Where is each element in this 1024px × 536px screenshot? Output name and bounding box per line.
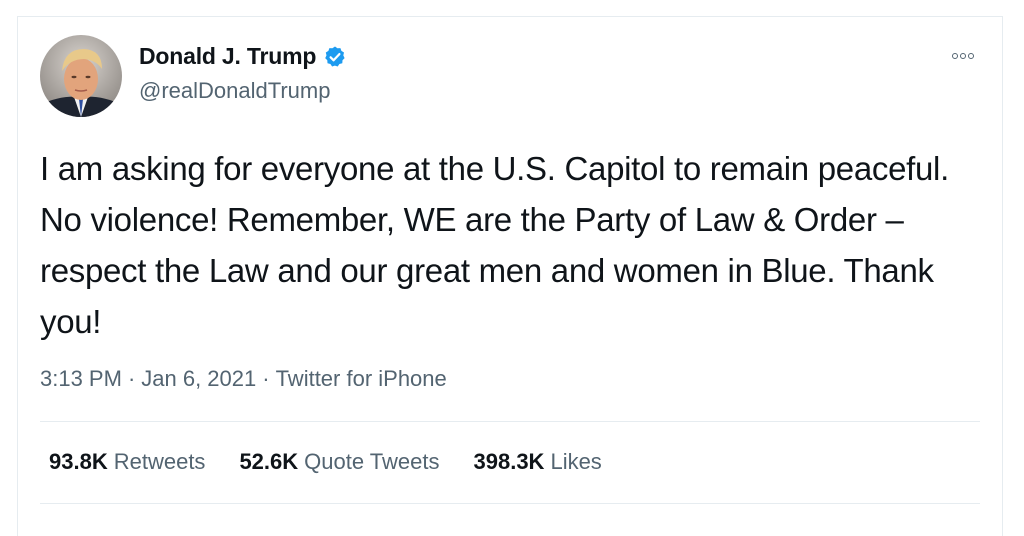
avatar-image <box>40 35 122 117</box>
more-dot <box>952 53 958 59</box>
author-display-name[interactable]: Donald J. Trump <box>139 43 316 70</box>
tweet-source[interactable]: Twitter for iPhone <box>276 366 447 391</box>
meta-separator: · <box>127 366 136 391</box>
retweets-count: 93.8K <box>49 449 108 474</box>
verified-badge-icon <box>323 45 347 69</box>
retweets-stat[interactable]: 93.8K Retweets <box>49 449 205 475</box>
author-name-row: Donald J. Trump <box>139 43 347 70</box>
more-dot <box>960 53 966 59</box>
quote-tweets-count: 52.6K <box>239 449 299 474</box>
divider <box>40 503 980 504</box>
tweet-time[interactable]: 3:13 PM <box>40 366 122 391</box>
tweet-date[interactable]: Jan 6, 2021 <box>141 366 256 391</box>
meta-separator: · <box>262 366 270 391</box>
tweet-meta: 3:13 PM · Jan 6, 2021 · Twitter for iPhone <box>40 366 447 392</box>
tweet-stats: 93.8K Retweets 52.6K Quote Tweets 398.3K Li… <box>49 449 636 475</box>
likes-label: Likes <box>550 449 602 474</box>
tweet-card: Donald J. Trump @realDonaldTrump I am as… <box>17 16 1003 536</box>
quote-tweets-label: Quote Tweets <box>304 449 440 474</box>
likes-stat[interactable]: 398.3K Likes <box>474 449 602 475</box>
tweet-text: I am asking for everyone at the U.S. Cap… <box>40 150 949 340</box>
likes-count: 398.3K <box>473 449 545 474</box>
more-dot <box>968 53 974 59</box>
divider <box>40 421 980 422</box>
author-handle[interactable]: @realDonaldTrump <box>139 78 330 104</box>
retweets-label: Retweets <box>113 449 206 474</box>
quote-tweets-stat[interactable]: 52.6K Quote Tweets <box>239 449 439 475</box>
more-options-icon[interactable] <box>952 53 974 59</box>
profile-avatar[interactable] <box>40 35 122 117</box>
